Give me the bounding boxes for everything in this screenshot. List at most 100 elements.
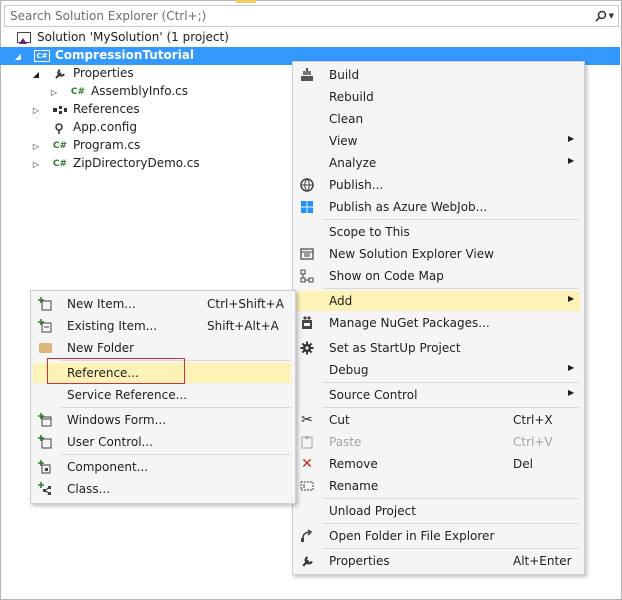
menu-item-unload-project[interactable]: Unload Project [295,501,580,521]
tree-item-label: CompressionTutorial [55,48,195,62]
menu-item-label: Existing Item... [67,319,158,333]
menu-item-label: Class... [67,482,111,496]
submenu-arrow-icon: ▶ [568,294,575,303]
collapse-arrow-icon[interactable]: ◢ [13,47,23,65]
menu-item-label: New Folder [67,341,135,355]
menu-item-remove[interactable]: ✕ Remove Del [295,454,580,474]
menu-separator [323,382,579,383]
collapse-arrow-icon[interactable]: ◢ [31,65,41,83]
windows-form-icon [37,412,53,428]
menu-item-rename[interactable]: Rename [295,476,580,496]
menu-item-show-on-code-map[interactable]: Show on Code Map [295,266,580,286]
menu-separator [323,288,579,289]
submenu-item-service-reference[interactable]: Service Reference... [33,385,291,405]
menu-separator [61,407,291,408]
scissors-icon: ✂ [301,412,313,428]
gear-icon [299,340,315,356]
active-tab-indicator [236,0,256,3]
menu-item-shortcut: Ctrl+Shift+A [207,297,284,311]
submenu-item-new-item[interactable]: New Item... Ctrl+Shift+A [33,294,291,314]
menu-item-shortcut: Del [513,457,533,471]
expand-arrow-icon[interactable]: ▷ [49,83,59,101]
menu-item-scope-to-this[interactable]: Scope to This [295,222,580,242]
menu-item-label: Source Control [329,388,418,402]
submenu-arrow-icon: ▶ [568,156,575,165]
menu-item-label: Add [329,294,353,308]
tree-item-label: Program.cs [73,138,141,152]
menu-separator [323,498,579,499]
open-folder-arrow-icon [299,528,315,544]
search-options[interactable]: ▼ [595,8,614,24]
menu-item-set-startup-project[interactable]: Set as StartUp Project [295,338,580,358]
menu-item-open-folder[interactable]: Open Folder in File Explorer [295,526,580,546]
submenu-item-class[interactable]: Class... [33,479,291,499]
menu-item-label: Scope to This [329,225,410,239]
menu-item-manage-nuget[interactable]: Manage NuGet Packages... [295,313,580,333]
expand-arrow-icon[interactable]: ▷ [31,155,41,173]
reference-highlight-box [47,358,185,384]
menu-item-paste[interactable]: Paste Ctrl+V [295,432,580,452]
menu-separator [61,454,291,455]
solution-icon [16,31,32,45]
menu-item-properties[interactable]: Properties Alt+Enter [295,551,580,571]
menu-item-source-control[interactable]: Source Control ▶ [295,385,580,405]
menu-item-build[interactable]: Build [295,65,580,85]
search-box: ▼ [4,5,619,27]
menu-item-debug[interactable]: Debug ▶ [295,360,580,380]
paste-icon [299,434,315,450]
menu-item-label: Set as StartUp Project [329,341,461,355]
menu-separator [323,219,579,220]
menu-item-clean[interactable]: Clean [295,109,580,129]
add-submenu: New Item... Ctrl+Shift+A Existing Item..… [30,290,296,504]
new-view-icon [299,246,315,262]
menu-item-label: User Control... [67,435,153,449]
code-map-icon [299,268,315,284]
menu-item-view[interactable]: View ▶ [295,131,580,151]
expand-arrow-icon[interactable]: ▷ [31,101,41,119]
submenu-item-existing-item[interactable]: Existing Item... Shift+Alt+A [33,316,291,336]
search-icon[interactable] [595,10,607,22]
new-folder-icon [37,340,53,356]
submenu-item-component[interactable]: Component... [33,457,291,477]
menu-item-publish-azure-webjob[interactable]: Publish as Azure WebJob... [295,197,580,217]
tree-item-solution[interactable]: Solution 'MySolution' (1 project) [0,29,620,47]
nuget-icon [299,315,315,331]
menu-item-new-solution-explorer-view[interactable]: New Solution Explorer View [295,244,580,264]
menu-item-label: Publish as Azure WebJob... [329,200,488,214]
wrench-icon [299,553,315,569]
csharp-file-icon: C# [70,87,86,97]
menu-item-label: View [329,134,358,148]
menu-item-shortcut: Ctrl+X [513,413,553,427]
tree-item-label: App.config [73,120,137,134]
tree-item-label: AssemblyInfo.cs [91,84,189,98]
menu-separator [323,523,579,524]
submenu-item-windows-form[interactable]: Windows Form... [33,410,291,430]
menu-item-cut[interactable]: ✂ Cut Ctrl+X [295,410,580,430]
build-icon [299,67,315,83]
submenu-item-new-folder[interactable]: New Folder [33,338,291,358]
menu-item-shortcut: Alt+Enter [513,554,572,568]
expand-arrow-icon[interactable]: ▷ [31,137,41,155]
menu-item-label: Publish... [329,178,384,192]
new-item-icon [37,296,53,312]
azure-windows-icon [299,199,315,215]
menu-item-label: New Item... [67,297,136,311]
menu-item-label: Show on Code Map [329,269,444,283]
menu-item-label: Rebuild [329,90,374,104]
csharp-file-icon: C# [52,159,68,169]
menu-item-label: Unload Project [329,504,416,518]
chevron-down-icon[interactable]: ▼ [609,12,614,20]
menu-item-add[interactable]: Add ▶ [295,291,580,311]
menu-item-label: Debug [329,363,369,377]
menu-item-label: Cut [329,413,350,427]
menu-item-label: Properties [329,554,390,568]
csharp-project-icon: C# [34,50,50,62]
tree-item-label: Solution 'MySolution' (1 project) [37,30,229,44]
search-input[interactable] [5,6,580,26]
submenu-item-user-control[interactable]: User Control... [33,432,291,452]
menu-item-rebuild[interactable]: Rebuild [295,87,580,107]
menu-item-analyze[interactable]: Analyze ▶ [295,153,580,173]
menu-item-publish[interactable]: Publish... [295,175,580,195]
wrench-icon [52,67,68,81]
menu-item-label: Windows Form... [67,413,167,427]
